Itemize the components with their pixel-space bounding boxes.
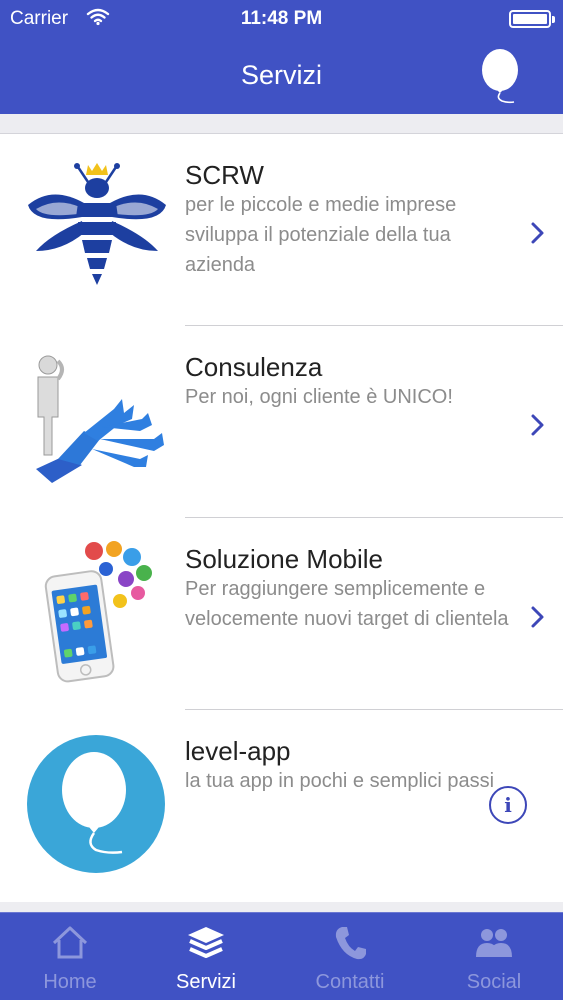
battery-icon [509,10,555,28]
balloon-icon [482,49,518,104]
balloon-logo-icon [27,735,165,873]
service-title: Consulenza [185,352,323,382]
info-icon[interactable]: i [489,786,527,824]
tab-label: Servizi [175,971,236,993]
service-row-scrw[interactable]: SCRW per le piccole e medie imprese svil… [0,134,563,326]
status-bar: Carrier 11:48 PM [0,0,563,38]
service-description: la tua app in pochi e semplici passi [185,770,495,792]
tab-label: Home [43,971,97,993]
tab-home[interactable]: Home [0,913,140,1000]
footer-spacer [0,902,563,912]
people-icon [476,929,512,957]
chevron-right-icon [531,606,544,628]
chevron-right-icon [531,222,544,244]
service-description: Per noi, ogni cliente è UNICO! [185,386,453,408]
service-title: level-app [185,736,291,766]
service-description: Per raggiungere semplicemente e veloceme… [185,578,509,630]
chevron-right-icon [531,414,544,436]
services-list: SCRW per le piccole e medie imprese svil… [0,134,563,902]
home-icon [52,926,88,959]
service-title: SCRW [185,160,264,190]
navigation-bar: Carrier 11:48 PM Servizi [0,0,563,114]
service-row-level-app[interactable]: level-app la tua app in pochi e semplici… [0,710,563,902]
service-row-soluzione-mobile[interactable]: Soluzione Mobile Per raggiungere semplic… [0,518,563,710]
tab-contatti[interactable]: Contatti [280,913,420,1000]
tab-label: Social [466,971,522,993]
clock: 11:48 PM [240,8,323,29]
bee-logo-icon [28,163,166,285]
phone-icon [335,927,366,960]
service-title: Soluzione Mobile [185,544,384,574]
smartphone-apps-icon [44,541,152,683]
header-spacer [0,114,563,134]
consulting-figure-icon [36,355,164,483]
tab-bar: Home Servizi Contatti Social [0,912,563,1000]
service-row-consulenza[interactable]: Consulenza Per noi, ogni cliente è UNICO… [0,326,563,518]
tab-servizi[interactable]: Servizi [136,913,276,1000]
tab-social[interactable]: Social [424,913,563,1000]
service-description: per le piccole e medie imprese sviluppa … [185,194,457,276]
layers-icon [188,927,224,958]
balloon-button[interactable] [478,46,524,106]
tab-label: Contatti [315,971,385,993]
